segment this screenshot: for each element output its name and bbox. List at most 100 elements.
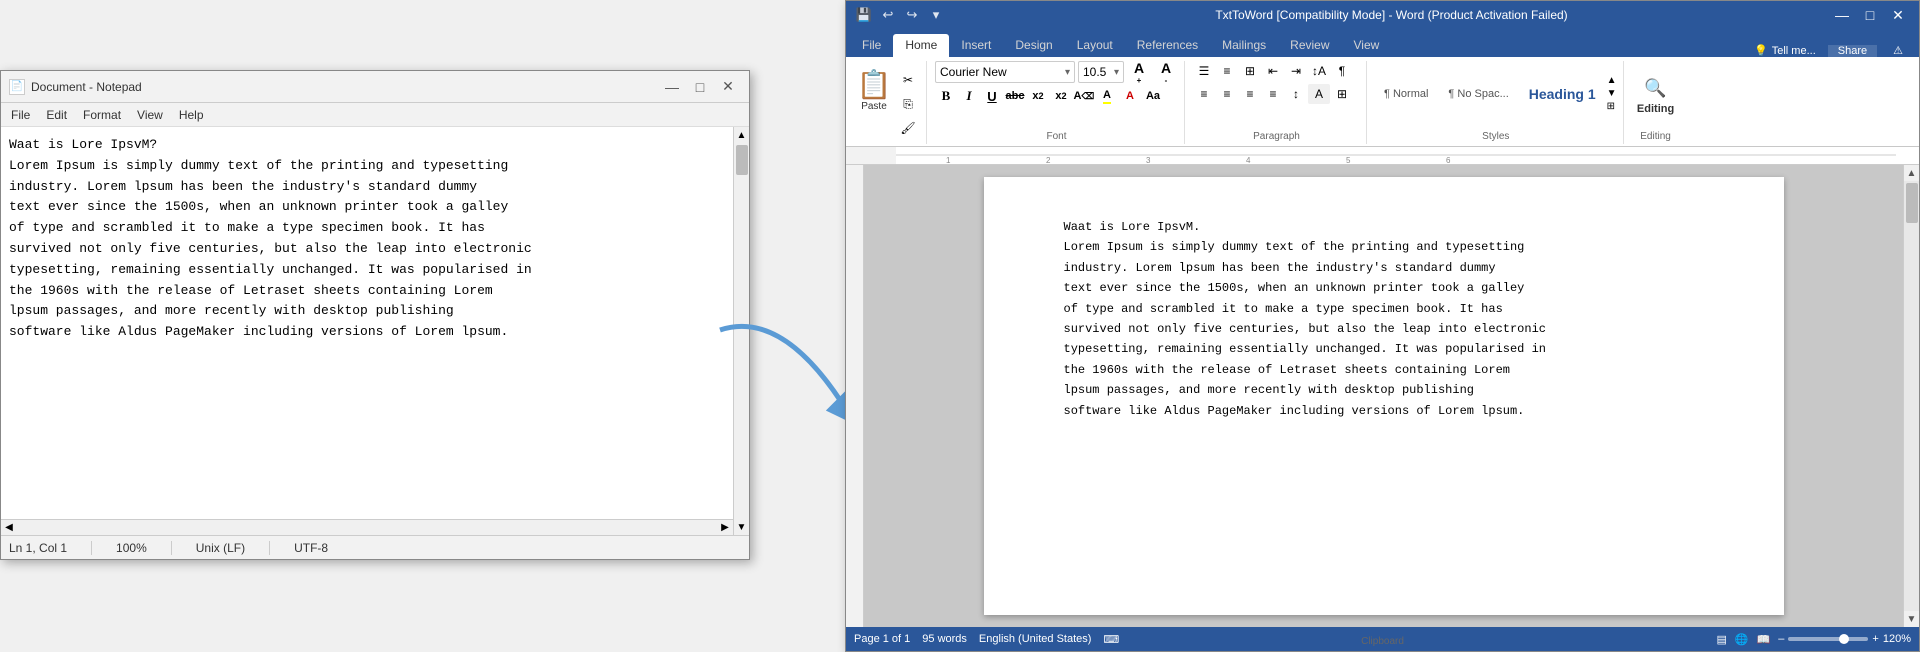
word-minimize-button[interactable]: — (1829, 5, 1855, 25)
tab-view[interactable]: View (1342, 34, 1392, 57)
align-right-button[interactable]: ≡ (1239, 84, 1261, 104)
word-redo-icon[interactable]: ↪ (902, 6, 922, 24)
underline-button[interactable]: U (981, 86, 1003, 106)
scroll-up-arrow[interactable]: ▲ (1904, 165, 1920, 181)
notepad-menu-edit[interactable]: Edit (40, 106, 73, 124)
clipboard-group-label: Clipboard (846, 634, 1919, 647)
share-label: Share (1838, 45, 1867, 57)
editing-find-icon: 🔍 (1644, 78, 1666, 99)
text-highlight-button[interactable]: A (1096, 86, 1118, 106)
bullets-button[interactable]: ☰ (1193, 61, 1215, 81)
word-document-scroll[interactable]: Waat is Lore IpsvM. Lorem Ipsum is simpl… (864, 165, 1903, 627)
ribbon-group-paragraph: ☰ ≡ ⊞ ⇤ ⇥ ↕A ¶ ≡ ≡ ≡ ≡ ↕ A ⊞ Paragraph (1187, 61, 1367, 144)
tab-layout[interactable]: Layout (1065, 34, 1125, 57)
tab-references[interactable]: References (1125, 34, 1210, 57)
notepad-window-controls: — □ ✕ (659, 77, 741, 97)
tell-me-box[interactable]: 💡 Tell me... (1746, 44, 1824, 57)
style-normal-item[interactable]: ¶ Normal (1375, 85, 1437, 103)
subscript-button[interactable]: x2 (1027, 86, 1049, 106)
word-customize-icon[interactable]: ▾ (926, 6, 946, 24)
ribbon-group-editing: 🔍 Editing Editing (1626, 61, 1686, 144)
notepad-status-line-ending: Unix (LF) (196, 541, 245, 555)
notepad-window: 📄 Document - Notepad — □ ✕ File Edit For… (0, 70, 750, 560)
word-document-content[interactable]: Waat is Lore IpsvM. Lorem Ipsum is simpl… (1064, 217, 1704, 421)
status-separator-1 (91, 541, 92, 555)
bold-button[interactable]: B (935, 86, 957, 106)
borders-button[interactable]: ⊞ (1331, 84, 1353, 104)
notepad-minimize-button[interactable]: — (659, 77, 685, 97)
notepad-titlebar: 📄 Document - Notepad — □ ✕ (1, 71, 749, 103)
scroll-down-arrow[interactable]: ▼ (1904, 611, 1920, 627)
change-case-button[interactable]: Aa (1142, 86, 1164, 106)
styles-expand[interactable]: ⊞ (1607, 101, 1617, 112)
notepad-menu-file[interactable]: File (5, 106, 36, 124)
styles-group-label: Styles (1369, 129, 1623, 142)
decrease-indent-button[interactable]: ⇤ (1262, 61, 1284, 81)
tab-insert[interactable]: Insert (949, 34, 1003, 57)
italic-button[interactable]: I (958, 86, 980, 106)
increase-indent-button[interactable]: ⇥ (1285, 61, 1307, 81)
style-no-spacing-item[interactable]: ¶ No Spac... (1439, 85, 1517, 103)
word-window-controls: — □ ✕ (1829, 5, 1911, 25)
tab-design[interactable]: Design (1003, 34, 1064, 57)
copy-button[interactable]: ⎘ (896, 93, 920, 115)
paragraph-group-label: Paragraph (1187, 129, 1366, 142)
svg-text:1: 1 (946, 156, 951, 165)
notepad-menu-help[interactable]: Help (173, 106, 210, 124)
notepad-menu-format[interactable]: Format (77, 106, 127, 124)
notepad-menubar: File Edit Format View Help (1, 103, 749, 127)
show-formatting-button[interactable]: ¶ (1331, 61, 1353, 81)
style-heading1-item[interactable]: Heading 1 (1520, 83, 1605, 105)
cut-button[interactable]: ✂ (896, 69, 920, 91)
font-size-display: 10.5 (1083, 65, 1106, 79)
align-left-button[interactable]: ≡ (1193, 84, 1215, 104)
zoom-slider[interactable] (1788, 637, 1868, 641)
svg-text:3: 3 (1146, 156, 1151, 165)
normal-style-label: ¶ Normal (1384, 88, 1428, 100)
superscript-button[interactable]: x2 (1050, 86, 1072, 106)
tab-home[interactable]: Home (893, 34, 949, 57)
no-spacing-style-label: ¶ No Spac... (1448, 88, 1508, 100)
word-undo-icon[interactable]: ↩ (878, 6, 898, 24)
sort-button[interactable]: ↕A (1308, 61, 1330, 81)
word-scrollbar-vertical[interactable]: ▲ ▼ (1903, 165, 1919, 627)
word-ribbon: 📋 Paste ✂ ⎘ 🖌 Clipboard Courier New ▾ 10… (846, 57, 1919, 147)
font-name-selector[interactable]: Courier New ▾ (935, 61, 1075, 83)
tab-mailings[interactable]: Mailings (1210, 34, 1278, 57)
word-maximize-button[interactable]: □ (1857, 5, 1883, 25)
notepad-close-button[interactable]: ✕ (715, 77, 741, 97)
word-close-button[interactable]: ✕ (1885, 5, 1911, 25)
clear-formatting-button[interactable]: A⌫ (1073, 86, 1095, 106)
font-color-button[interactable]: A (1119, 86, 1141, 106)
scroll-thumb[interactable] (1906, 183, 1918, 223)
styles-scroll-up[interactable]: ▲ (1607, 75, 1617, 86)
styles-scroll-down[interactable]: ▼ (1607, 88, 1617, 99)
increase-font-size-button[interactable]: A+ (1127, 61, 1151, 83)
word-ribbon-tabs: File Home Insert Design Layout Reference… (846, 29, 1919, 57)
notepad-scrollbar-vertical[interactable]: ▲ ▼ (733, 127, 749, 535)
line-spacing-button[interactable]: ↕ (1285, 84, 1307, 104)
svg-text:4: 4 (1246, 156, 1251, 165)
notepad-maximize-button[interactable]: □ (687, 77, 713, 97)
ribbon-group-font: Courier New ▾ 10.5 ▾ A+ A- B I U abc x2 … (929, 61, 1185, 144)
share-button[interactable]: Share (1828, 45, 1877, 57)
word-save-icon[interactable]: 💾 (854, 6, 874, 24)
strikethrough-button[interactable]: abc (1004, 86, 1026, 106)
align-center-button[interactable]: ≡ (1216, 84, 1238, 104)
shading-button[interactable]: A (1308, 84, 1330, 104)
format-painter-button[interactable]: 🖌 (896, 117, 920, 139)
editing-group-label: Editing (1626, 129, 1686, 142)
tab-review[interactable]: Review (1278, 34, 1341, 57)
notepad-text-area[interactable]: Waat is Lore IpsvM? Lorem Ipsum is simpl… (1, 127, 733, 519)
multilevel-list-button[interactable]: ⊞ (1239, 61, 1261, 81)
justify-button[interactable]: ≡ (1262, 84, 1284, 104)
notepad-scrollbar-horizontal[interactable]: ◀ ▶ (1, 519, 733, 535)
status-separator-2 (171, 541, 172, 555)
tab-file[interactable]: File (850, 34, 893, 57)
warning-button[interactable]: ⚠ (1885, 44, 1911, 57)
font-size-selector[interactable]: 10.5 ▾ (1078, 61, 1124, 83)
numbered-list-button[interactable]: ≡ (1216, 61, 1238, 81)
paste-button[interactable]: 📋 Paste (854, 65, 894, 117)
decrease-font-size-button[interactable]: A- (1154, 61, 1178, 83)
notepad-menu-view[interactable]: View (131, 106, 169, 124)
